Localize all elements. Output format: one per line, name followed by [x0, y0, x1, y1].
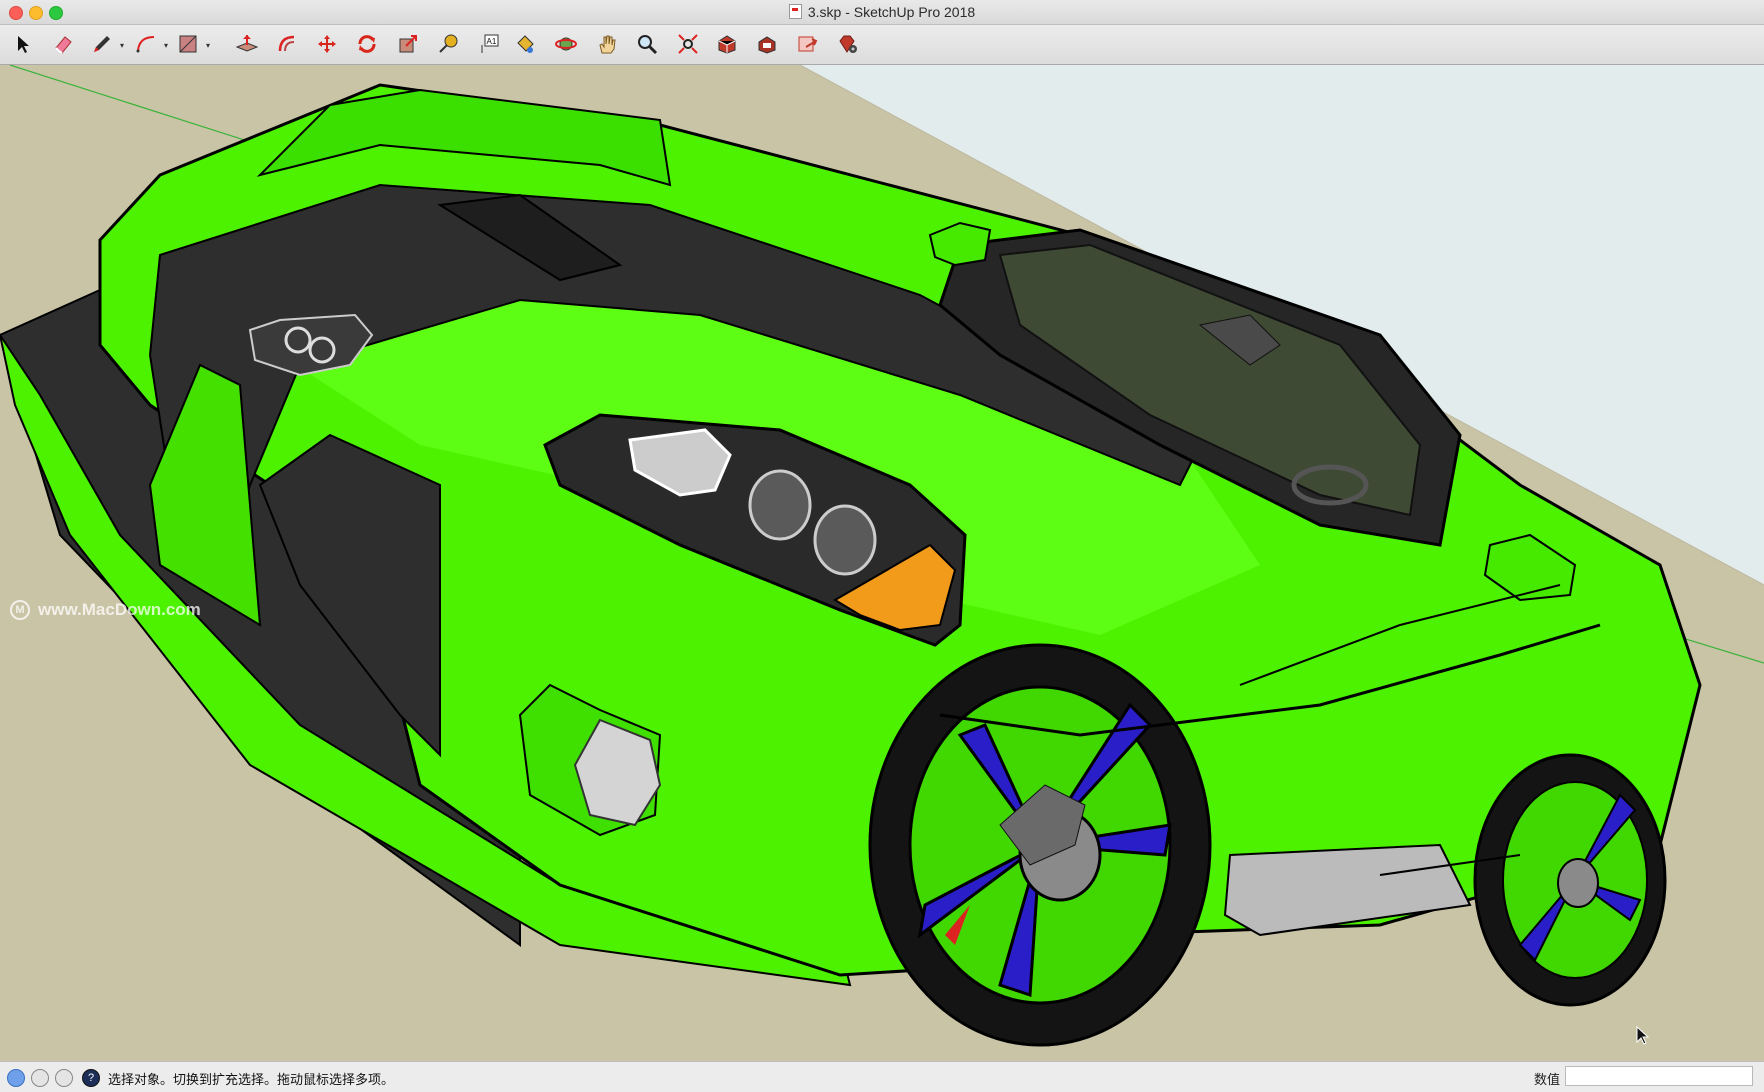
status-message: 选择对象。切换到扩充选择。拖动鼠标选择多项。 — [108, 1072, 395, 1087]
push-pull-icon — [235, 35, 259, 52]
arc-tool-button[interactable]: ▾ — [130, 28, 168, 60]
zoom-extents-tool-button[interactable] — [672, 28, 704, 60]
rear-wheel-hub — [1557, 858, 1599, 908]
sports-car-model — [0, 65, 1764, 1061]
zoom-tool-button[interactable] — [631, 28, 663, 60]
extension-warehouse-icon — [758, 36, 776, 54]
zoom-extents-icon — [678, 34, 698, 54]
chevron-down-icon[interactable]: ▾ — [206, 41, 210, 50]
status-bar: ? 选择对象。切换到扩充选择。拖动鼠标选择多项。 数值 — [0, 1061, 1764, 1092]
ruby-gem-icon — [839, 35, 857, 53]
tape-measure-tool-button[interactable] — [432, 28, 464, 60]
orbit-tool-button[interactable] — [550, 28, 582, 60]
title-bar: 3.skp - SketchUp Pro 2018 — [0, 0, 1764, 25]
3d-warehouse-icon — [718, 35, 736, 54]
headlight-lamp-1 — [748, 469, 812, 541]
paint-bucket-tool-button[interactable] — [509, 28, 541, 60]
push-pull-tool-button[interactable] — [231, 28, 263, 60]
select-tool-button[interactable] — [7, 28, 39, 60]
chevron-down-icon[interactable]: ▾ — [120, 41, 124, 50]
rotate-tool-button[interactable] — [351, 28, 383, 60]
measurements-input[interactable] — [1565, 1066, 1753, 1086]
extension-warehouse-tool-button[interactable] — [751, 28, 783, 60]
extension-manager-tool-button[interactable] — [831, 28, 863, 60]
tape-measure-icon — [439, 34, 458, 53]
window-title-container: 3.skp - SketchUp Pro 2018 — [0, 4, 1764, 20]
pencil-icon — [94, 36, 110, 52]
line-tool-button[interactable]: ▾ — [86, 28, 124, 60]
arc-icon — [136, 36, 155, 53]
magnifier-icon — [638, 35, 658, 55]
window-title: 3.skp - SketchUp Pro 2018 — [807, 4, 976, 20]
document-icon — [788, 4, 802, 19]
orbit-icon — [555, 37, 577, 51]
watermark: M www.MacDown.com — [10, 600, 201, 620]
text-tool-button[interactable]: A1 — [472, 28, 504, 60]
mouse-pointer-icon — [1636, 1026, 1650, 1045]
layout-icon — [798, 36, 818, 52]
offset-icon — [278, 35, 295, 52]
scale-tool-button[interactable] — [392, 28, 424, 60]
credits-icon[interactable] — [31, 1069, 49, 1087]
offset-tool-button[interactable] — [271, 28, 303, 60]
help-icon[interactable]: ? — [82, 1069, 100, 1087]
arrow-cursor-icon — [18, 36, 29, 53]
pan-tool-button[interactable] — [591, 28, 623, 60]
modeling-viewport[interactable]: M www.MacDown.com — [0, 65, 1764, 1061]
eraser-tool-button[interactable] — [47, 28, 79, 60]
hand-icon — [599, 35, 616, 54]
geo-location-icon[interactable] — [7, 1069, 25, 1087]
measurements-label: 数值 — [1534, 1072, 1561, 1087]
headlight-lamp-2 — [813, 504, 877, 576]
rectangle-icon — [179, 35, 197, 53]
text-tool-glyph: A1 — [487, 37, 497, 46]
paint-bucket-icon — [517, 35, 534, 53]
watermark-text: www.MacDown.com — [38, 600, 201, 619]
chevron-down-icon[interactable]: ▾ — [164, 41, 168, 50]
move-arrows-icon — [318, 35, 336, 53]
rotate-icon — [358, 35, 376, 53]
move-tool-button[interactable] — [311, 28, 343, 60]
warehouse-tool-button[interactable] — [711, 28, 743, 60]
watermark-logo-icon: M — [10, 600, 30, 620]
scale-icon — [399, 35, 417, 53]
text-icon: A1 — [481, 34, 499, 53]
eraser-icon — [55, 36, 72, 54]
main-toolbar: ▾ ▾ ▾ A1 — [0, 25, 1764, 65]
shape-tool-button[interactable]: ▾ — [172, 28, 210, 60]
send-to-layout-tool-button[interactable] — [791, 28, 823, 60]
account-icon[interactable] — [55, 1069, 73, 1087]
